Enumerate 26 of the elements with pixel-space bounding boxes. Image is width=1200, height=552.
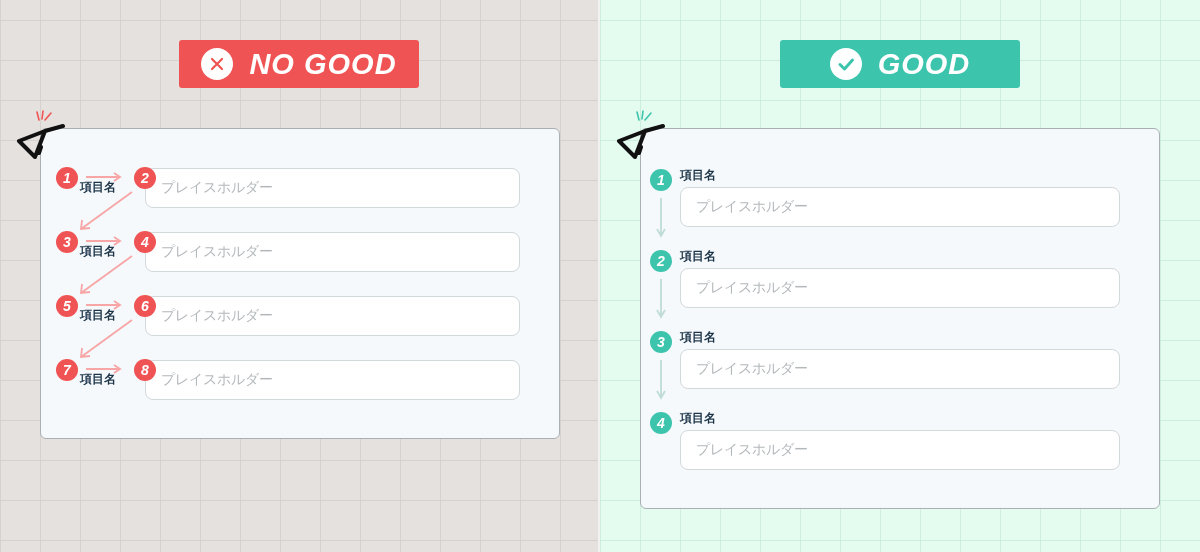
badge-title: NO GOOD — [249, 47, 397, 81]
step-number: 1 — [56, 167, 78, 189]
step-number: 5 — [56, 295, 78, 317]
step-number: 2 — [650, 250, 672, 272]
input-field[interactable]: プレイスホルダー — [680, 430, 1120, 470]
step-number: 1 — [650, 169, 672, 191]
field-label: 項目名 — [680, 411, 717, 425]
step-number: 2 — [134, 167, 156, 189]
field-label: 項目名 — [80, 179, 116, 196]
input-field[interactable]: プレイスホルダー — [680, 268, 1120, 308]
field-label: 項目名 — [680, 249, 717, 263]
step-number: 4 — [134, 231, 156, 253]
step-number: 4 — [650, 412, 672, 434]
field-label: 項目名 — [680, 330, 717, 344]
step-number: 6 — [134, 295, 156, 317]
input-field[interactable]: プレイスホルダー — [680, 349, 1120, 389]
field-label: 項目名 — [80, 243, 116, 260]
step-number: 8 — [134, 359, 156, 381]
step-number: 3 — [650, 331, 672, 353]
field-label: 項目名 — [680, 168, 717, 182]
field-label: 項目名 — [80, 307, 116, 324]
step-number: 3 — [56, 231, 78, 253]
field-label: 項目名 — [80, 371, 116, 388]
input-field[interactable]: プレイスホルダー — [680, 187, 1120, 227]
step-number: 7 — [56, 359, 78, 381]
badge-title: GOOD — [877, 47, 971, 81]
